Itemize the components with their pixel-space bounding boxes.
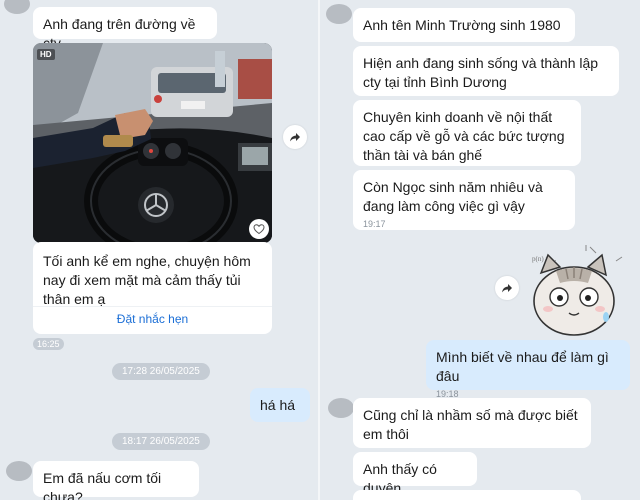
message-text: Cũng chỉ là nhầm số mà được biết em thôi [363,407,578,442]
car-dashboard-photo [33,43,272,243]
share-icon[interactable] [495,276,519,300]
message-text: Chuyên kinh doanh về nội thất cao cấp về… [363,109,565,163]
message-bubble[interactable]: Chuyên kinh doanh về nội thất cao cấp về… [353,100,581,166]
message-text: Mình biết về nhau để làm gì đâu [436,349,609,384]
avatar[interactable] [4,0,30,14]
avatar[interactable] [6,461,32,481]
message-bubble[interactable]: Còn Ngọc sinh năm nhiêu và đang làm công… [353,170,575,230]
cat-sticker[interactable]: p(n) = ... [526,243,626,339]
message-bubble[interactable]: Anh đang trên đường về cty [33,7,217,51]
message-text: Hiện anh đang sinh sống và thành lập cty… [363,55,599,90]
heart-icon[interactable] [249,219,269,239]
avatar[interactable] [326,4,352,24]
message-bubble[interactable]: Anh tên Minh Trường sinh 1980 [353,8,575,42]
message-bubble[interactable]: Cũng chỉ là nhầm số mà được biết em thôi [353,398,591,448]
message-bubble[interactable]: Anh thấy có duyên [353,452,477,496]
date-separator: 18:17 26/05/2025 [112,433,210,450]
date-separator: 17:28 26/05/2025 [112,363,210,380]
message-bubble-mine[interactable]: Mình biết về nhau để làm gì đâu 19:18 [426,340,630,399]
message-text: Còn Ngọc sinh năm nhiêu và đang làm công… [363,179,543,214]
avatar[interactable] [328,398,354,418]
message-bubble-mine[interactable]: há há [250,388,310,422]
reminder-message: Tối anh kể em nghe, chuyện hôm nay đi xe… [33,242,272,334]
share-icon[interactable] [283,125,307,149]
divider [33,306,272,307]
set-reminder-button[interactable]: Đặt nhắc hẹn [33,312,272,326]
message-text: há há [260,397,296,413]
message-text: Anh tên Minh Trường sinh 1980 [363,17,561,33]
chat-pane-left: Anh đang trên đường về cty [0,0,318,500]
message-bubble[interactable]: Em đã nấu cơm tối chưa? [33,461,199,500]
photo-message[interactable]: HD [33,43,272,243]
message-bubble[interactable]: Hiện anh đang sinh sống và thành lập cty… [353,46,619,96]
message-bubble-partial[interactable] [353,490,581,500]
hd-badge: HD [37,49,55,60]
message-time: 16:25 [33,338,64,350]
message-text: Em đã nấu cơm tối chưa? [43,470,162,500]
message-time: 19:17 [363,219,386,229]
message-text: Tối anh kể em nghe, chuyện hôm nay đi xe… [43,253,251,307]
